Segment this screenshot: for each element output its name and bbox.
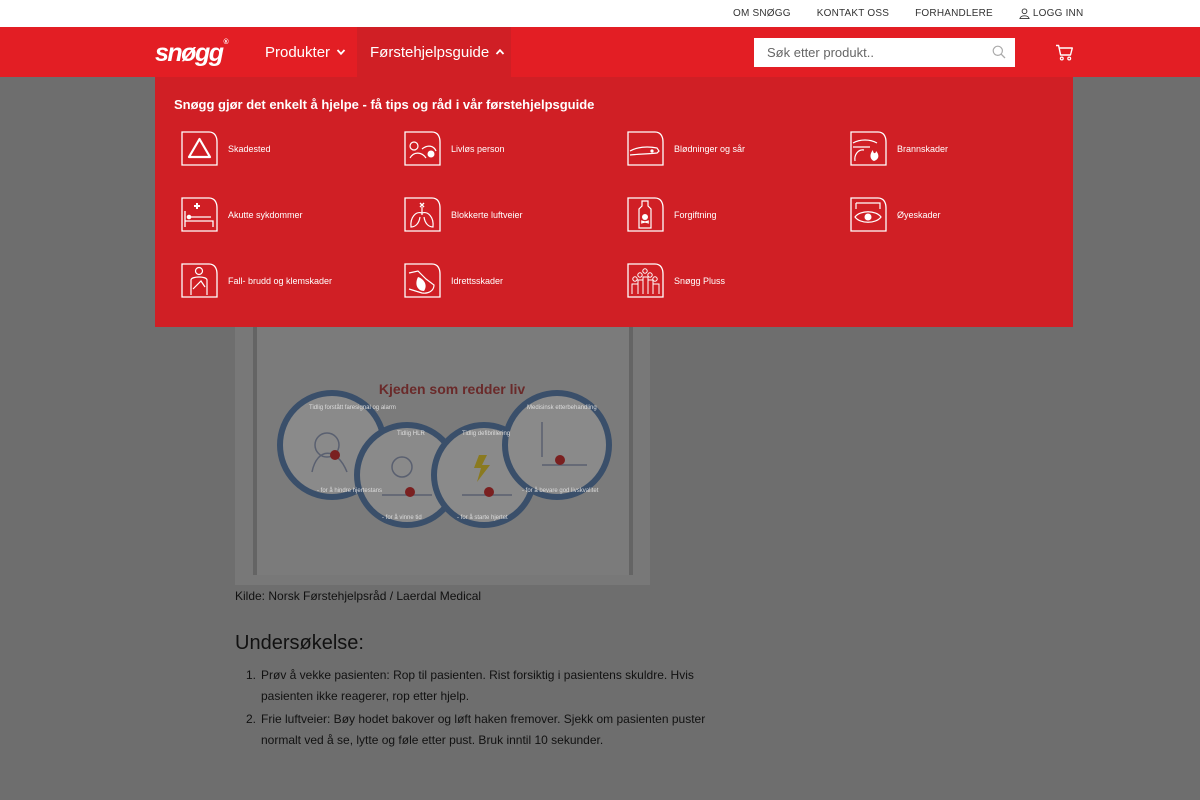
guide-item-fall-brudd[interactable]: Fall- brudd og klemskader [181, 263, 332, 298]
step-text: Prøv å vekke pasienten: Rop til pasiente… [261, 668, 694, 703]
ring-2-top: Tidlig HLR [397, 431, 425, 437]
nav-products-label: Produkter [265, 43, 331, 61]
poison-bottle-icon [627, 197, 664, 232]
chain-of-survival-graphic: Kjeden som redder liv Tidlig forstått fa… [277, 381, 612, 528]
ring-2-bottom: - for å vinne tid [382, 514, 422, 521]
logo-text: snøgg [155, 39, 224, 67]
ring-3-bottom: - for å starte hjertet [457, 514, 508, 521]
warning-triangle-icon [181, 131, 218, 166]
guide-item-oyeskader[interactable]: Øyeskader [850, 197, 941, 232]
unconscious-person-icon [404, 131, 441, 166]
ring-1-top: Tidlig forstått faresignal og alarm [309, 404, 396, 411]
ring-1-bottom: - for å hindre hjertestans [317, 487, 382, 494]
step-number: 2. [245, 712, 256, 726]
guide-item-label: Blokkerte luftveier [451, 209, 523, 220]
menu-title: Snøgg gjør det enkelt å hjelpe - få tips… [174, 97, 595, 112]
chain-image: Kjeden som redder liv Tidlig forstått fa… [235, 327, 650, 585]
guide-item-livlos-person[interactable]: Livløs person [404, 131, 505, 166]
hospital-bed-icon [181, 197, 218, 232]
cart-icon[interactable] [1055, 44, 1074, 61]
lungs-icon [404, 197, 441, 232]
nav-products[interactable]: Produkter [265, 27, 346, 77]
main-navbar: snøgg® Produkter Førstehjelpsguide [0, 27, 1200, 77]
guide-item-label: Blødninger og sår [674, 143, 746, 154]
guide-item-label: Snøgg Pluss [674, 275, 726, 286]
search-icon[interactable] [992, 45, 1006, 59]
guide-item-snogg-pluss[interactable]: Snøgg Pluss [627, 263, 725, 298]
guide-item-blokkerte-luftveier[interactable]: Blokkerte luftveier [404, 197, 523, 232]
list-item: 2. Frie luftveier: Bøy hodet bakover og … [235, 709, 715, 751]
guide-item-label: Livløs person [451, 143, 505, 154]
guide-item-label: Idrettsskader [451, 275, 504, 286]
burn-hand-icon [850, 131, 887, 166]
guide-item-label: Brannskader [897, 143, 949, 154]
guide-item-skadested[interactable]: Skadested [181, 131, 271, 166]
search-input[interactable] [754, 39, 984, 66]
group-icon [627, 263, 664, 298]
contact-link[interactable]: KONTAKT OSS [817, 8, 889, 19]
image-caption: Kilde: Norsk Førstehjelpsråd / Laerdal M… [235, 589, 482, 603]
guide-item-brannskader[interactable]: Brannskader [850, 131, 948, 166]
section-title: Undersøkelse: [235, 632, 364, 654]
eye-injury-icon [850, 197, 887, 232]
bleeding-arm-icon [627, 131, 664, 166]
guide-item-blodninger[interactable]: Blødninger og sår [627, 131, 745, 166]
about-link[interactable]: OM SNØGG [733, 8, 791, 19]
steps-list: 1. Prøv å vekke pasienten: Rop til pasie… [235, 665, 715, 753]
article-content: Kjeden som redder liv Tidlig forstått fa… [0, 327, 1200, 800]
guide-item-label: Forgiftning [674, 209, 717, 220]
registered-mark: ® [223, 39, 229, 46]
guide-item-label: Fall- brudd og klemskader [228, 275, 333, 286]
guide-item-idrettsskader[interactable]: Idrettsskader [404, 263, 503, 298]
nav-guide-label: Førstehjelpsguide [370, 43, 490, 61]
chevron-up-icon [496, 48, 505, 55]
search-box [754, 38, 1015, 67]
ring-4-bottom: - for å bevare god livskvalitet [522, 487, 599, 494]
list-item: 1. Prøv å vekke pasienten: Rop til pasie… [235, 665, 715, 707]
step-number: 1. [245, 668, 256, 682]
guide-item-label: Skadested [228, 143, 271, 154]
guide-item-label: Øyeskader [897, 209, 941, 220]
dealers-link[interactable]: FORHANDLERE [915, 8, 993, 19]
nav-first-aid-guide[interactable]: Førstehjelpsguide [357, 27, 511, 77]
user-icon [1019, 8, 1030, 19]
guide-item-akutte-sykdommer[interactable]: Akutte sykdommer [181, 197, 303, 232]
ring-3-top: Tidlig defibrillering [462, 431, 510, 437]
sling-arm-icon [181, 263, 218, 298]
chain-poster: Kjeden som redder liv Tidlig forstått fa… [253, 327, 633, 575]
chain-title: Kjeden som redder liv [379, 381, 525, 397]
top-utility-bar: OM SNØGG KONTAKT OSS FORHANDLERE LOGG IN… [0, 0, 1200, 27]
sports-injury-icon [404, 263, 441, 298]
login-label: LOGG INN [1032, 8, 1084, 19]
guide-item-label: Akutte sykdommer [228, 209, 303, 220]
top-links: OM SNØGG KONTAKT OSS FORHANDLERE LOGG IN… [733, 0, 1083, 27]
guide-item-forgiftning[interactable]: Forgiftning [627, 197, 717, 232]
ring-4-top: Medisinsk etterbehandling [527, 405, 597, 411]
login-link[interactable]: LOGG INN [1019, 8, 1084, 19]
chevron-down-icon [336, 49, 346, 56]
snogg-logo[interactable]: snøgg® [155, 39, 229, 68]
step-text: Frie luftveier: Bøy hodet bakover og løf… [261, 712, 706, 747]
first-aid-guide-menu: Snøgg gjør det enkelt å hjelpe - få tips… [155, 77, 1073, 327]
